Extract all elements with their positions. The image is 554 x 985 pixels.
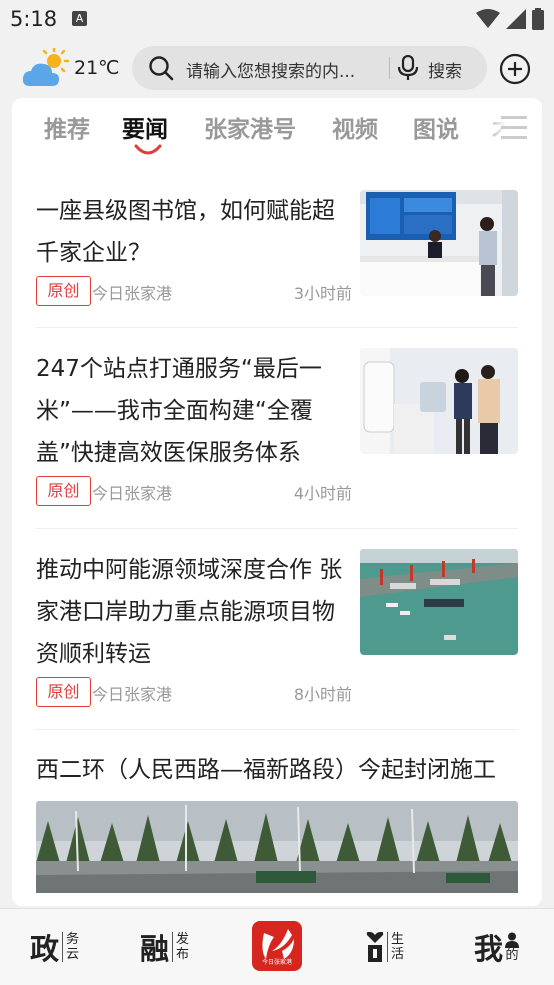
search-button[interactable]: 搜索 [428,57,462,82]
life-service-icon [366,932,384,962]
original-badge: 原创 [36,276,91,306]
status-bar: 5:18 A [0,0,554,38]
article-time: 3小时前 [293,284,352,303]
add-circle-icon[interactable] [499,53,531,85]
article-thumbnail-medical-kiosk[interactable] [360,348,518,454]
nav-media-big: 融 [140,932,170,966]
user-icon [505,932,520,948]
article-thumbnail-port[interactable] [360,549,518,655]
tab-zjg-account[interactable]: 张家港号 [204,110,296,144]
article-title[interactable]: 西二环（人民西路—福新路段）今起封闭施工 [36,750,496,784]
article-item[interactable]: 247个站点打通服务“最后一米”——我市全面构建“全覆盖”快捷高效医保服务体系 … [36,348,518,506]
tab-video[interactable]: 视频 [332,110,378,144]
tab-headlines[interactable]: 要闻 [122,110,168,144]
category-tabs: 推荐 要闻 张家港号 视频 图说 才 [12,98,542,162]
nav-profile[interactable]: 我 的 [474,927,520,967]
wifi-icon [476,9,500,28]
menu-icon[interactable] [501,114,527,142]
article-wide-image-road[interactable] [36,801,518,893]
search-bar[interactable]: 请输入您想搜索的内... 搜索 [132,46,487,90]
article-time: 4小时前 [293,484,352,503]
article-time: 8小时前 [293,685,352,704]
article-title[interactable]: 一座县级图书馆，如何赋能超千家企业？ [36,190,354,274]
article-source: 今日张家港 [92,685,173,704]
news-card: 推荐 要闻 张家港号 视频 图说 才 一座县级图书馆，如何赋能超千家企业？ [12,98,542,906]
article-title[interactable]: 推动中阿能源领域深度合作 张家港口岸助力重点能源项目物资顺利转运 [36,549,354,675]
header-bar: 21℃ 请输入您想搜索的内... 搜索 [0,38,554,100]
article-thumbnail-library[interactable] [360,190,518,296]
nav-media-small: 发布 [172,932,190,962]
nav-home-logo[interactable]: 今日张家港 [252,921,302,971]
active-tab-indicator [134,144,162,155]
nav-life-small: 生活 [387,932,405,962]
article-item[interactable]: 推动中阿能源领域深度合作 张家港口岸助力重点能源项目物资顺利转运 原创 今日张家… [36,549,518,707]
original-badge: 原创 [36,677,91,707]
temperature-text: 21℃ [74,57,120,79]
nav-life[interactable]: 生活 [366,927,405,967]
search-icon [149,56,174,81]
nav-profile-big: 我 [474,932,504,966]
tab-photo[interactable]: 图说 [413,110,459,144]
nav-media-publish[interactable]: 融 发布 [140,927,190,967]
partly-cloudy-icon[interactable] [22,48,70,88]
nav-profile-small: 的 [505,947,519,963]
article-title[interactable]: 247个站点打通服务“最后一米”——我市全面构建“全覆盖”快捷高效医保服务体系 [36,348,354,474]
article-meta: 原创 今日张家港 3小时前 [36,276,352,306]
article-source: 今日张家港 [92,484,173,503]
divider [36,528,518,529]
nav-government-cloud[interactable]: 政 务云 [30,927,80,967]
system-icons [476,8,544,30]
article-meta: 原创 今日张家港 8小时前 [36,677,352,707]
article-item[interactable]: 一座县级图书馆，如何赋能超千家企业？ 原创 今日张家港 3小时前 [36,190,518,306]
nav-gov-small: 务云 [62,932,80,962]
nav-gov-big: 政 [30,932,60,966]
article-source: 今日张家港 [92,284,173,303]
tab-recommend[interactable]: 推荐 [44,110,90,144]
original-badge: 原创 [36,476,91,506]
article-meta: 原创 今日张家港 4小时前 [36,476,352,506]
nav-profile-small-group: 的 [505,932,520,963]
status-time: 5:18 [10,7,58,31]
app-logo-text: 今日张家港 [261,959,292,966]
divider [36,729,518,730]
signal-icon [506,9,526,29]
battery-icon [532,8,544,30]
bottom-nav: 政 务云 融 发布 今日张家港 生活 我 的 [0,908,554,985]
search-divider [389,57,390,79]
microphone-icon[interactable] [397,55,419,81]
notification-a-icon: A [72,11,87,26]
search-input[interactable]: 请输入您想搜索的内... [186,57,382,82]
divider [36,327,518,328]
